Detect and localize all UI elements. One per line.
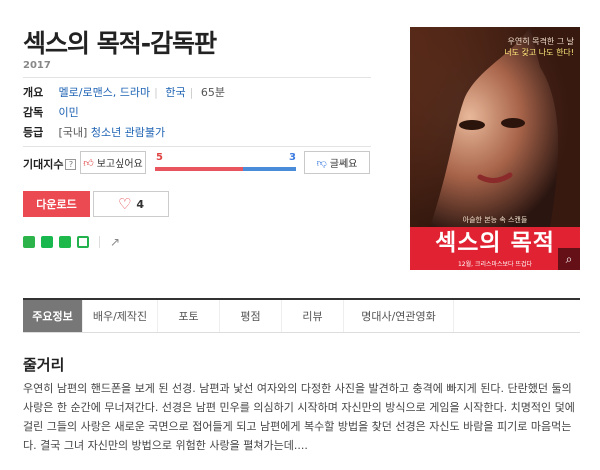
help-icon[interactable]: ? [65, 159, 77, 170]
divider [99, 236, 100, 248]
tab-review[interactable]: 리뷰 [282, 300, 344, 332]
tab-photo[interactable]: 포토 [158, 300, 220, 332]
rating-row: 등급 [국내] 청소년 관람불가 [23, 126, 165, 140]
no-count: 3 [289, 152, 296, 163]
tab-cast-crew[interactable]: 배우/제작진 [83, 300, 158, 332]
share-row: ↗ [23, 235, 120, 249]
poster-bottom-text: 12월, 크리스마스보다 뜨겁다 [457, 261, 533, 268]
poster-tagline-1: 우연히 목격한 그 날 [507, 37, 574, 46]
runtime: 65분 [200, 86, 225, 99]
no-bar [243, 167, 296, 171]
heart-icon: ♡ [117, 194, 132, 213]
poster-tagline: 우연히 목격한 그 날 너도 갖고 나도 한다! [504, 36, 574, 58]
overview-row: 개요 멜로/로맨스, 드라마 | 한국 | 65분 [23, 86, 225, 99]
tab-rating[interactable]: 평점 [220, 300, 282, 332]
synopsis-heading: 줄거리 [23, 356, 65, 374]
director-row: 감독 이민 [23, 106, 79, 120]
thumbs-down-icon: 👎︎ [316, 157, 327, 169]
want-bar [155, 167, 243, 171]
band-share-icon[interactable] [77, 236, 89, 248]
thumbs-up-icon: 👍︎ [83, 157, 94, 169]
want-to-see-label: 보고싶어요 [96, 159, 143, 170]
divider [23, 146, 371, 147]
star-share-icon[interactable] [59, 236, 71, 248]
like-count: 4 [136, 197, 145, 211]
rating-link[interactable]: 청소년 관람불가 [91, 126, 165, 139]
zoom-icon[interactable]: ⌕ [558, 248, 580, 270]
expect-index-text: 기대지수 [23, 158, 64, 171]
not-sure-label: 글쎄요 [329, 159, 358, 170]
blog-share-icon[interactable] [23, 236, 35, 248]
synopsis-text: 우연히 남편의 핸드폰을 보게 된 선경. 남편과 낯선 여자와의 다정한 사진… [23, 382, 575, 452]
download-button[interactable]: 다운로드 [23, 191, 90, 217]
genre-link[interactable]: 멜로/로맨스, 드라마 [59, 86, 151, 99]
divider [23, 77, 371, 78]
director-link[interactable]: 이민 [59, 106, 79, 119]
like-button[interactable]: ♡ 4 [93, 191, 169, 217]
tab-quotes-related[interactable]: 명대사/연관영화 [344, 300, 454, 332]
want-count: 5 [156, 152, 163, 163]
share-icon[interactable]: ↗ [110, 235, 120, 249]
want-to-see-button[interactable]: 👍︎ 보고싶어요 [80, 151, 146, 174]
director-label: 감독 [23, 106, 44, 119]
rating-label: 등급 [23, 126, 44, 139]
overview-label: 개요 [23, 86, 44, 99]
not-sure-button[interactable]: 👎︎ 글쎄요 [304, 151, 370, 174]
tab-main-info[interactable]: 주요정보 [23, 300, 83, 332]
movie-poster[interactable]: 우연히 목격한 그 날 너도 갖고 나도 한다! 아슬한 본능 속 스캔들 섹스… [410, 27, 580, 270]
release-year: 2017 [23, 60, 51, 71]
expect-index-label: 기대지수? [23, 156, 77, 172]
poster-mid-tagline: 아슬한 본능 속 스캔들 [462, 216, 528, 224]
info-tabs: 주요정보 배우/제작진 포토 평점 리뷰 명대사/연관영화 [23, 298, 580, 333]
movie-title: 섹스의 목적-감독판 [23, 29, 217, 58]
talk-share-icon[interactable] [41, 236, 53, 248]
rating-prefix: [국내] [58, 126, 88, 139]
poster-tagline-2: 너도 갖고 나도 한다! [504, 48, 574, 57]
country-link[interactable]: 한국 [165, 86, 185, 99]
